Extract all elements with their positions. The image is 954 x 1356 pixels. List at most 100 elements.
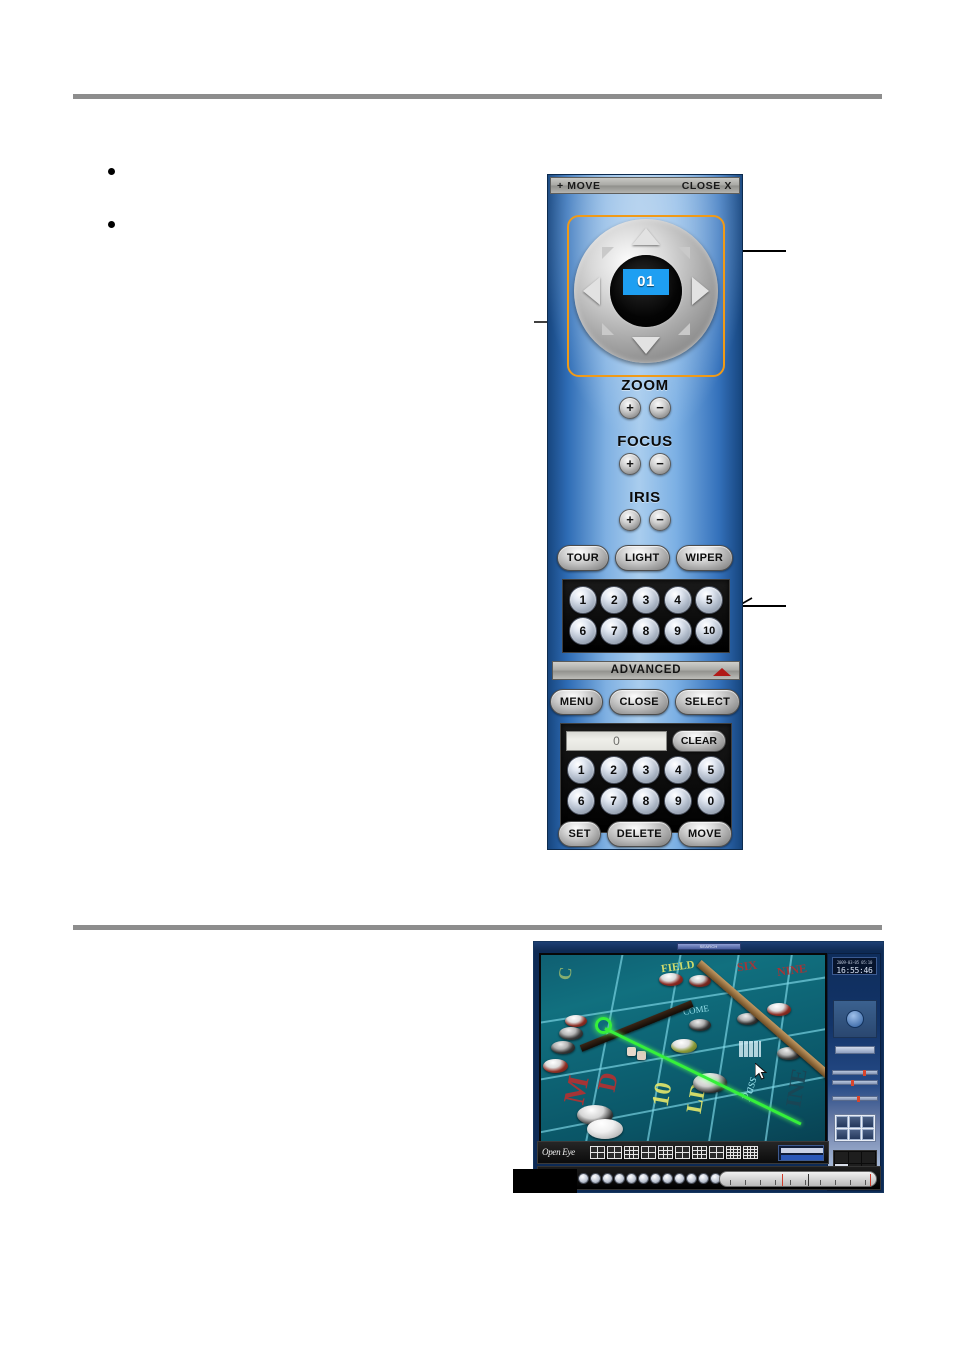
dvr-sidebar-button-strip[interactable] (835, 1046, 875, 1054)
keypad-button-9[interactable]: 9 (664, 787, 693, 815)
keypad-button-5[interactable]: 5 (696, 756, 725, 784)
preset-button-3[interactable]: 3 (631, 586, 660, 614)
dvr-mini-dpad[interactable] (834, 1114, 876, 1142)
dpad-highlight-annotation (567, 215, 725, 377)
keypad-button-8[interactable]: 8 (631, 787, 660, 815)
preset-button-8[interactable]: 8 (631, 617, 660, 645)
layout-four-alt-button[interactable] (709, 1146, 724, 1159)
dvr-timeline-scrubber[interactable] (719, 1171, 877, 1187)
dvr-slider-2[interactable] (832, 1080, 878, 1086)
delete-button[interactable]: DELETE (606, 821, 672, 847)
dvr-slider-3[interactable] (832, 1096, 878, 1102)
advanced-number-grid: 1 2 3 4 5 6 7 8 9 0 (566, 756, 726, 815)
layout-16-button[interactable] (726, 1146, 741, 1159)
dvr-sidebar: 2009-03-05 05:10 16:55:46 (827, 953, 881, 1191)
keypad-button-0[interactable]: 0 (696, 787, 725, 815)
dvr-video-pane[interactable]: C M D 10 LD Pass INE FIELD SIX NINE COME (539, 953, 827, 1153)
layout-16-alt-button[interactable] (743, 1146, 758, 1159)
dvr-timeline-bar (537, 1166, 881, 1190)
dvr-slider-1[interactable] (832, 1070, 878, 1076)
wiper-button[interactable]: WIPER (675, 545, 734, 571)
preset-button-1[interactable]: 1 (568, 586, 597, 614)
camera-dot[interactable] (674, 1173, 685, 1184)
document-page: + MOVE CLOSE X 0 1 ZOOM + − FOCUS + − IRI… (0, 0, 954, 1356)
zoom-control-group: ZOOM + − (548, 377, 742, 419)
layout-4-button[interactable] (675, 1146, 690, 1159)
zoom-out-button[interactable]: − (649, 397, 671, 419)
keypad-button-3[interactable]: 3 (631, 756, 660, 784)
advanced-display-row: 0 CLEAR (566, 730, 726, 752)
close-window-button[interactable]: CLOSE X (682, 180, 732, 192)
camera-dot[interactable] (650, 1173, 661, 1184)
camera-dot[interactable] (686, 1173, 697, 1184)
camera-dot[interactable] (638, 1173, 649, 1184)
dvr-mini-ptz-control[interactable] (833, 1000, 877, 1038)
preset-button-7[interactable]: 7 (600, 617, 629, 645)
dvr-clock-time: 16:55:46 (836, 966, 873, 975)
keypad-button-1[interactable]: 1 (567, 756, 596, 784)
dvr-layout-buttons (590, 1146, 758, 1159)
camera-dot[interactable] (662, 1173, 673, 1184)
keypad-button-2[interactable]: 2 (599, 756, 628, 784)
layout-quad-button[interactable] (641, 1146, 656, 1159)
redaction-block (513, 1169, 577, 1193)
iris-label: IRIS (629, 489, 661, 506)
zoom-in-button[interactable]: + (619, 397, 641, 419)
mouse-cursor-icon (755, 1063, 768, 1080)
layout-2x2-alt-button[interactable] (607, 1146, 622, 1159)
set-button[interactable]: SET (558, 821, 601, 847)
dvr-titlebar: SEARCH (534, 942, 883, 951)
move-window-label[interactable]: + MOVE (557, 180, 601, 192)
dvr-search-tab[interactable]: SEARCH (676, 943, 741, 950)
dvr-clock-date: 2009-03-05 05:10 (836, 960, 873, 965)
preset-button-9[interactable]: 9 (663, 617, 692, 645)
focus-control-group: FOCUS + − (548, 433, 742, 475)
preset-button-pad: 1 2 3 4 5 6 7 8 9 10 (562, 579, 730, 653)
preset-button-10[interactable]: 10 (695, 617, 724, 645)
layout-9-button[interactable] (658, 1146, 673, 1159)
preset-button-6[interactable]: 6 (568, 617, 597, 645)
ptz-titlebar[interactable]: + MOVE CLOSE X (550, 177, 740, 194)
tour-button[interactable]: TOUR (556, 545, 610, 571)
preset-button-2[interactable]: 2 (600, 586, 629, 614)
camera-dot[interactable] (602, 1173, 613, 1184)
dvr-clock: 2009-03-05 05:10 16:55:46 (832, 957, 877, 975)
iris-close-button[interactable]: − (649, 509, 671, 531)
select-button[interactable]: SELECT (674, 689, 741, 715)
advanced-section-header[interactable]: ADVANCED (552, 661, 740, 680)
advanced-bottom-button-row: SET DELETE MOVE (548, 821, 742, 847)
focus-far-button[interactable]: − (649, 453, 671, 475)
clear-button[interactable]: CLEAR (671, 730, 726, 752)
zoom-label: ZOOM (621, 377, 669, 394)
keypad-button-6[interactable]: 6 (567, 787, 596, 815)
dvr-mini-ptz-knob[interactable] (846, 1010, 864, 1028)
osd-close-button[interactable]: CLOSE (609, 689, 669, 715)
triangle-up-icon[interactable] (713, 668, 731, 676)
preset-button-5[interactable]: 5 (695, 586, 724, 614)
layout-nine-alt-button[interactable] (692, 1146, 707, 1159)
camera-dot[interactable] (590, 1173, 601, 1184)
menu-button[interactable]: MENU (549, 689, 604, 715)
advanced-keypad-pad: 0 CLEAR 1 2 3 4 5 6 7 8 9 0 (560, 723, 732, 833)
advanced-top-button-row: MENU CLOSE SELECT (548, 689, 742, 715)
layout-2x2-button[interactable] (590, 1146, 605, 1159)
iris-control-group: IRIS + − (548, 489, 742, 531)
dvr-bottom-toolbar: Open Eye (537, 1141, 829, 1164)
camera-dot[interactable] (626, 1173, 637, 1184)
advanced-label: ADVANCED (610, 664, 682, 676)
layout-3x3-button[interactable] (624, 1146, 639, 1159)
move-button[interactable]: MOVE (677, 821, 732, 847)
preset-button-4[interactable]: 4 (663, 586, 692, 614)
camera-dot[interactable] (698, 1173, 709, 1184)
keypad-button-4[interactable]: 4 (664, 756, 693, 784)
preset-number-grid: 1 2 3 4 5 6 7 8 9 10 (568, 586, 724, 645)
dvr-record-status-box[interactable] (778, 1145, 824, 1161)
openeye-logo: Open Eye (542, 1147, 575, 1157)
iris-open-button[interactable]: + (619, 509, 641, 531)
preset-number-input[interactable]: 0 (566, 731, 667, 751)
camera-dot[interactable] (614, 1173, 625, 1184)
light-button[interactable]: LIGHT (615, 545, 670, 571)
keypad-button-7[interactable]: 7 (599, 787, 628, 815)
focus-near-button[interactable]: + (619, 453, 641, 475)
camera-dot[interactable] (578, 1173, 589, 1184)
